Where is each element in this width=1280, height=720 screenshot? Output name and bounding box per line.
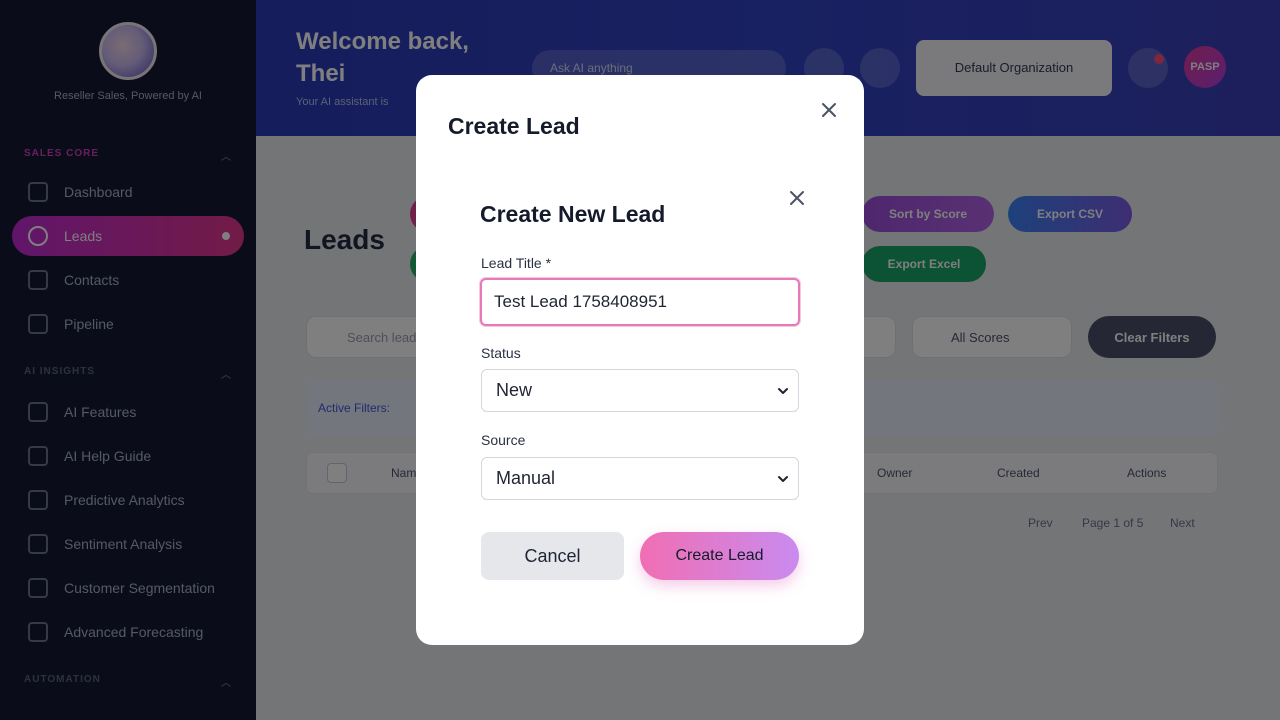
- status-label: Status: [481, 345, 521, 361]
- close-icon: [790, 191, 804, 205]
- chevron-down-icon: [778, 387, 788, 394]
- form-title: Create New Lead: [480, 201, 666, 227]
- cancel-button[interactable]: Cancel: [481, 532, 624, 580]
- create-lead-button[interactable]: Create Lead: [640, 532, 799, 580]
- source-select-value: Manual: [496, 468, 556, 488]
- chevron-down-icon: [778, 475, 788, 482]
- status-select[interactable]: New: [481, 369, 799, 412]
- modal-title: Create Lead: [448, 113, 580, 139]
- create-lead-modal: Create Lead Create New Lead Lead Title *…: [416, 75, 864, 645]
- status-select-value: New: [496, 380, 533, 400]
- source-select[interactable]: Manual: [481, 457, 799, 500]
- lead-title-input[interactable]: [480, 278, 800, 326]
- close-modal-button[interactable]: [818, 99, 840, 121]
- source-label: Source: [481, 432, 526, 448]
- lead-title-label: Lead Title *: [481, 255, 552, 271]
- close-icon: [822, 103, 836, 117]
- close-form-button[interactable]: [786, 187, 808, 209]
